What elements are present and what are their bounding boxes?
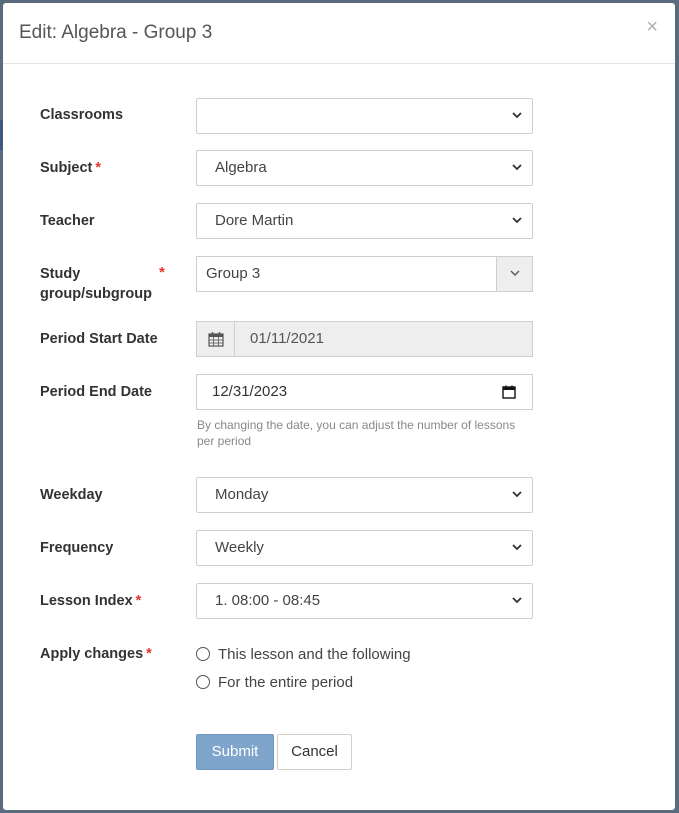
radio-entire-period[interactable]: For the entire period (196, 674, 353, 692)
classrooms-select[interactable] (196, 98, 533, 134)
teacher-label: Teacher (40, 213, 95, 229)
lesson-index-select[interactable]: 1. 08:00 - 08:45 (196, 583, 533, 619)
period-start-input: 01/11/2021 (196, 321, 533, 357)
dropdown-toggle[interactable] (496, 257, 532, 291)
radio-button[interactable] (196, 675, 210, 689)
edit-lesson-modal: Edit: Algebra - Group 3 × Classrooms Sub… (3, 3, 675, 810)
chevron-down-icon (512, 584, 524, 618)
study-group-label: Study group/subgroup (40, 266, 152, 302)
period-start-label: Period Start Date (40, 331, 158, 347)
required-mark: * (95, 160, 102, 176)
subject-select[interactable]: Algebra (196, 150, 533, 186)
chevron-down-icon (510, 270, 520, 276)
weekday-label: Weekday (40, 487, 103, 503)
chevron-down-icon (512, 151, 524, 185)
chevron-down-icon (512, 531, 524, 565)
radio-button[interactable] (196, 647, 210, 661)
weekday-select[interactable]: Monday (196, 477, 533, 513)
cancel-button[interactable]: Cancel (277, 734, 352, 770)
calendar-addon (197, 322, 235, 356)
required-mark: * (159, 264, 165, 281)
study-group-select[interactable]: Group 3 (196, 256, 533, 292)
frequency-select[interactable]: Weekly (196, 530, 533, 566)
period-end-input[interactable]: 12/31/2023 (196, 374, 533, 410)
subject-label: Subject * (40, 160, 102, 176)
chevron-down-icon (512, 204, 524, 238)
classrooms-label: Classrooms (40, 107, 124, 123)
radio-this-and-following[interactable]: This lesson and the following (196, 646, 411, 664)
teacher-select[interactable]: Dore Martin (196, 203, 533, 239)
chevron-down-icon (512, 99, 524, 133)
chevron-down-icon (512, 478, 524, 512)
calendar-icon[interactable] (502, 385, 516, 404)
period-end-help-text: By changing the date, you can adjust the… (197, 418, 516, 448)
required-mark: * (146, 646, 152, 662)
required-mark: * (135, 593, 142, 609)
submit-button[interactable]: Submit (196, 734, 274, 770)
lesson-index-label: Lesson Index * (40, 593, 142, 609)
calendar-icon (208, 332, 224, 347)
apply-changes-label: Apply changes * (40, 646, 152, 662)
period-end-label: Period End Date (40, 384, 152, 400)
lesson-form: Classrooms Subject * Algebra Teacher Dore… (3, 3, 675, 810)
frequency-label: Frequency (40, 540, 114, 556)
